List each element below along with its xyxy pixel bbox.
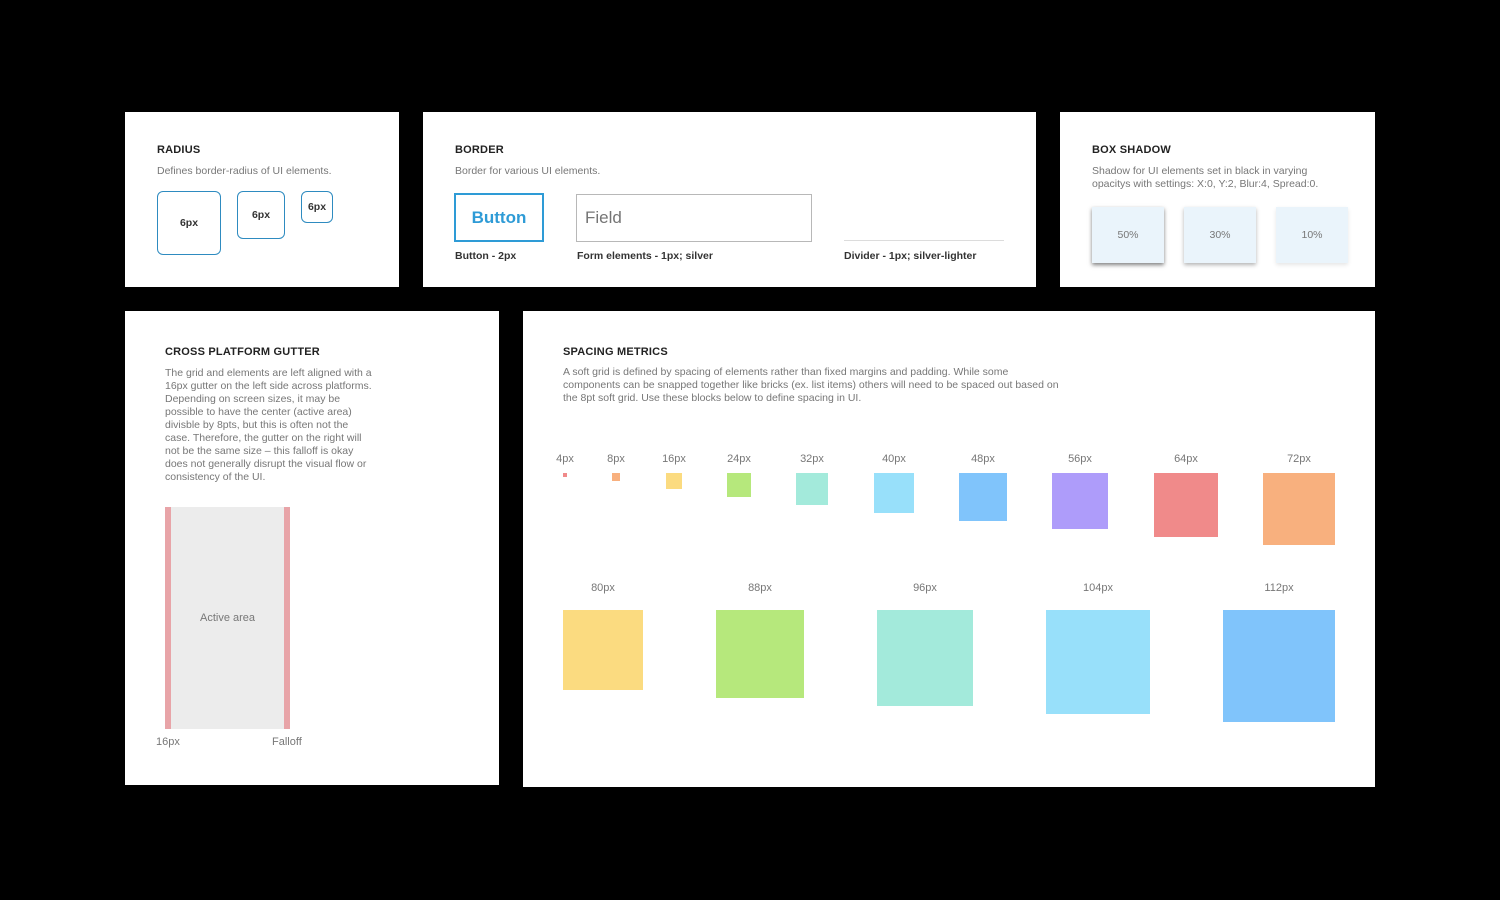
- box-shadow-card: BOX SHADOW Shadow for UI elements set in…: [1060, 112, 1375, 287]
- spacing-block-label: 56px: [1068, 453, 1092, 465]
- radius-card: RADIUS Defines border-radius of UI eleme…: [125, 112, 399, 287]
- spacing-block: [1046, 610, 1150, 714]
- spacing-block-label: 80px: [591, 582, 615, 594]
- active-area-label: Active area: [199, 612, 256, 624]
- shadow-sample-10: 10%: [1276, 207, 1348, 263]
- spacing-block: [563, 610, 643, 690]
- spacing-description-line: components can be snapped together like …: [563, 379, 1059, 391]
- gutter-diagram: Active area: [165, 507, 290, 729]
- gutter-description-line: The grid and elements are left aligned w…: [165, 367, 372, 379]
- gutter-description-line: case. Therefore, the gutter on the right…: [165, 432, 362, 444]
- spacing-description: A soft grid is defined by spacing of ele…: [563, 366, 1059, 405]
- spacing-block: [874, 473, 914, 513]
- box-shadow-description-line2: opacitys with settings: X:0, Y:2, Blur:4…: [1092, 178, 1319, 190]
- spacing-block-label: 104px: [1083, 582, 1113, 594]
- spacing-block: [612, 473, 620, 481]
- spacing-block: [563, 473, 567, 477]
- sample-divider: [844, 240, 1004, 241]
- spacing-block-label: 40px: [882, 453, 906, 465]
- form-caption: Form elements - 1px; silver: [577, 250, 713, 262]
- sample-field[interactable]: [576, 194, 812, 242]
- spacing-block: [1154, 473, 1218, 537]
- shadow-sample-50: 50%: [1092, 207, 1164, 263]
- spacing-block: [1263, 473, 1335, 545]
- box-shadow-title: BOX SHADOW: [1092, 144, 1171, 156]
- spacing-block-label: 112px: [1264, 582, 1294, 594]
- spacing-description-line: the 8pt soft grid. Use these blocks belo…: [563, 392, 862, 404]
- spacing-block: [727, 473, 751, 497]
- spacing-block: [796, 473, 828, 505]
- divider-caption: Divider - 1px; silver-lighter: [844, 250, 977, 262]
- right-gutter-bar: [284, 507, 290, 729]
- radius-sample-medium: 6px: [237, 191, 285, 239]
- spacing-block: [1223, 610, 1335, 722]
- spacing-card: SPACING METRICS A soft grid is defined b…: [523, 311, 1375, 787]
- border-description: Border for various UI elements.: [455, 165, 601, 177]
- spacing-block: [666, 473, 682, 489]
- spacing-block-label: 96px: [913, 582, 937, 594]
- gutter-description-line: consistency of the UI.: [165, 471, 266, 483]
- gutter-description-line: divisble by 8pts, but this is often not …: [165, 419, 349, 431]
- gutter-right-label: Falloff: [272, 736, 302, 748]
- gutter-description-line: does not generally disrupt the visual fl…: [165, 458, 367, 470]
- shadow-sample-30: 30%: [1184, 207, 1256, 263]
- spacing-block: [716, 610, 804, 698]
- radius-sample-small: 6px: [301, 191, 333, 223]
- gutter-description-line: possible to have the center (active area…: [165, 406, 352, 418]
- spacing-block-label: 32px: [800, 453, 824, 465]
- spacing-block-label: 64px: [1174, 453, 1198, 465]
- border-title: BORDER: [455, 144, 504, 156]
- spacing-description-line: A soft grid is defined by spacing of ele…: [563, 366, 1009, 378]
- spacing-block: [959, 473, 1007, 521]
- gutter-card: CROSS PLATFORM GUTTER The grid and eleme…: [125, 311, 499, 785]
- spacing-block-label: 24px: [727, 453, 751, 465]
- radius-sample-large: 6px: [157, 191, 221, 255]
- spacing-title: SPACING METRICS: [563, 346, 668, 358]
- gutter-description-line: Depending on screen sizes, it may be: [165, 393, 341, 405]
- gutter-description-line: 16px gutter on the left side across plat…: [165, 380, 372, 392]
- radius-title: RADIUS: [157, 144, 201, 156]
- box-shadow-description-line1: Shadow for UI elements set in black in v…: [1092, 165, 1308, 177]
- spacing-block-label: 48px: [971, 453, 995, 465]
- border-card: BORDER Border for various UI elements. B…: [423, 112, 1036, 287]
- button-caption: Button - 2px: [455, 250, 517, 262]
- sample-button[interactable]: Button: [454, 193, 544, 242]
- radius-description: Defines border-radius of UI elements.: [157, 165, 332, 177]
- spacing-block-label: 72px: [1287, 453, 1311, 465]
- gutter-title: CROSS PLATFORM GUTTER: [165, 346, 320, 358]
- spacing-block: [1052, 473, 1108, 529]
- spacing-block: [877, 610, 973, 706]
- spacing-block-label: 88px: [748, 582, 772, 594]
- gutter-left-label: 16px: [156, 736, 180, 748]
- active-area: Active area: [171, 507, 284, 729]
- gutter-description: The grid and elements are left aligned w…: [165, 367, 372, 484]
- gutter-description-line: not be the same size – this falloff is o…: [165, 445, 354, 457]
